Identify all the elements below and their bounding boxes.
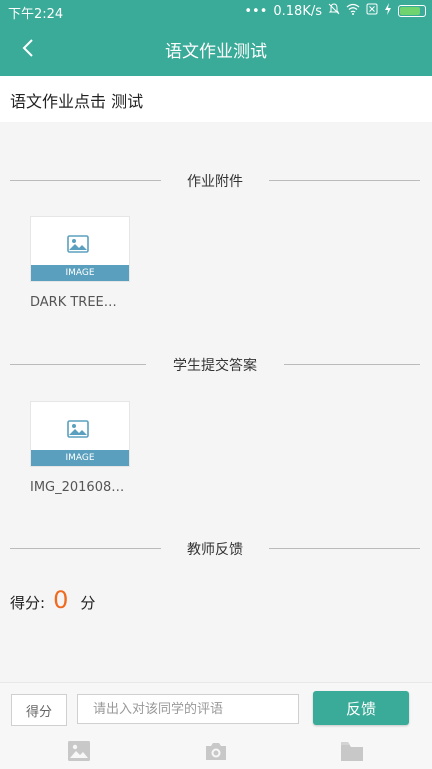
image-icon xyxy=(67,235,89,253)
dots-icon: ••• xyxy=(244,3,268,19)
score-button[interactable]: 得分 xyxy=(11,694,67,726)
answers-label: 学生提交答案 xyxy=(173,358,257,374)
comment-input[interactable]: 请出入对该同学的评语 xyxy=(77,694,299,724)
camera-icon[interactable] xyxy=(204,741,228,765)
thumbnail-label: IMAGE xyxy=(31,450,129,466)
app-bar: 语文作业测试 xyxy=(0,22,432,76)
answer-filename[interactable]: IMG_201608… xyxy=(30,480,124,495)
feedback-button[interactable]: 反馈 xyxy=(313,691,409,725)
homework-title-panel: 语文作业点击 测试 xyxy=(0,76,432,122)
feedback-divider: 教师反馈 xyxy=(10,539,420,558)
sim-icon xyxy=(366,3,378,19)
bolt-icon xyxy=(384,3,392,19)
answer-thumbnail[interactable]: IMAGE xyxy=(30,401,130,467)
folder-icon[interactable] xyxy=(341,741,363,765)
battery-icon xyxy=(398,5,426,17)
attachment-filename[interactable]: DARK TREE… xyxy=(30,295,117,310)
status-bar: 下午2:24 ••• 0.18K/s xyxy=(0,0,432,22)
status-icons: ••• 0.18K/s xyxy=(244,3,426,19)
answers-divider: 学生提交答案 xyxy=(10,355,420,374)
thumbnail-label: IMAGE xyxy=(31,265,129,281)
score-unit: 分 xyxy=(80,594,96,612)
homework-title: 语文作业点击 测试 xyxy=(10,92,144,111)
wifi-icon xyxy=(346,3,360,19)
image-icon[interactable] xyxy=(68,741,90,765)
network-speed: 0.18K/s xyxy=(273,3,322,19)
mute-icon xyxy=(328,3,340,19)
status-time: 下午2:24 xyxy=(8,7,64,22)
bottom-bar: 得分 请出入对该同学的评语 反馈 xyxy=(0,682,432,769)
attachment-thumbnail[interactable]: IMAGE xyxy=(30,216,130,282)
feedback-label: 教师反馈 xyxy=(187,542,243,558)
attachments-label: 作业附件 xyxy=(187,174,243,190)
image-icon xyxy=(67,420,89,438)
page-title: 语文作业测试 xyxy=(165,42,267,62)
score-row: 得分: 0 分 xyxy=(10,586,95,614)
score-value: 0 xyxy=(53,586,69,614)
score-label: 得分: xyxy=(10,594,46,612)
attachments-divider: 作业附件 xyxy=(10,171,420,190)
